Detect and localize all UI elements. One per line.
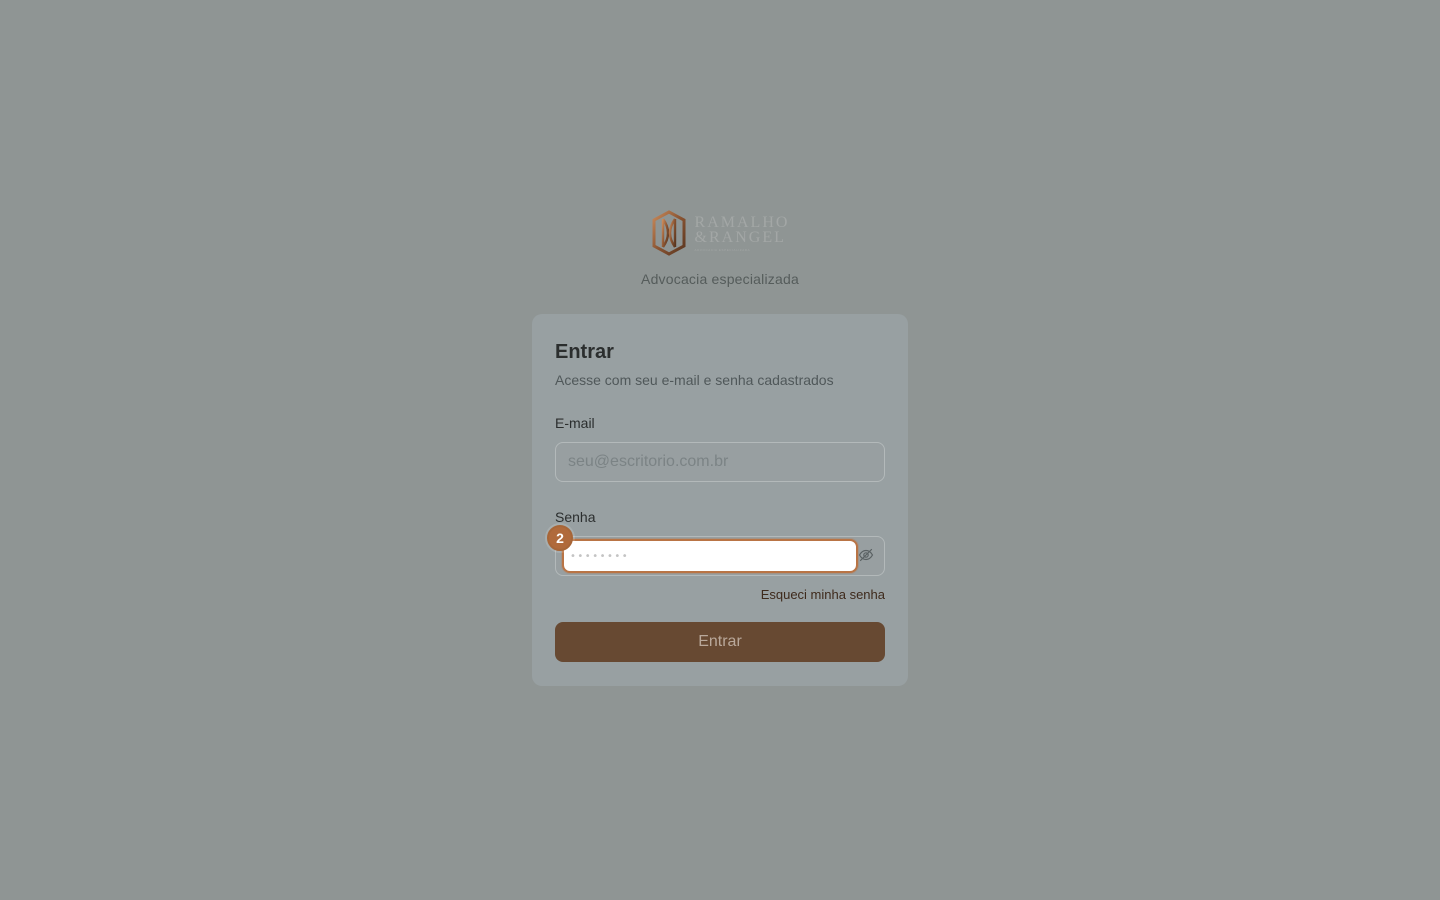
tagline: Advocacia especializada bbox=[641, 271, 799, 287]
logo-line2: &RANGEL bbox=[694, 228, 786, 246]
eye-off-icon bbox=[858, 547, 874, 568]
logo: RAMALHO &RANGEL ADVOCACIA ESPECIALIZADA bbox=[651, 208, 790, 258]
password-field[interactable] bbox=[562, 539, 858, 573]
brand-header: RAMALHO &RANGEL ADVOCACIA ESPECIALIZADA … bbox=[0, 208, 1440, 287]
login-card: Entrar Acesse com seu e-mail e senha cad… bbox=[532, 314, 908, 686]
email-field[interactable] bbox=[555, 442, 885, 482]
logo-tag: ADVOCACIA ESPECIALIZADA bbox=[694, 247, 751, 252]
logo-wordmark: RAMALHO &RANGEL ADVOCACIA ESPECIALIZADA bbox=[694, 214, 790, 252]
step-marker-badge: 2 bbox=[547, 525, 573, 551]
email-label: E-mail bbox=[555, 415, 595, 431]
login-title: Entrar bbox=[555, 341, 614, 363]
login-subtitle: Acesse com seu e-mail e senha cadastrado… bbox=[555, 372, 834, 388]
password-label: Senha bbox=[555, 509, 596, 525]
forgot-password-link[interactable]: Esqueci minha senha bbox=[761, 587, 885, 602]
ramalho-rangel-emblem-icon bbox=[651, 210, 687, 256]
submit-button[interactable]: Entrar bbox=[555, 622, 885, 662]
login-page: RAMALHO &RANGEL ADVOCACIA ESPECIALIZADA … bbox=[0, 0, 1440, 900]
password-toggle-button[interactable] bbox=[856, 547, 876, 567]
